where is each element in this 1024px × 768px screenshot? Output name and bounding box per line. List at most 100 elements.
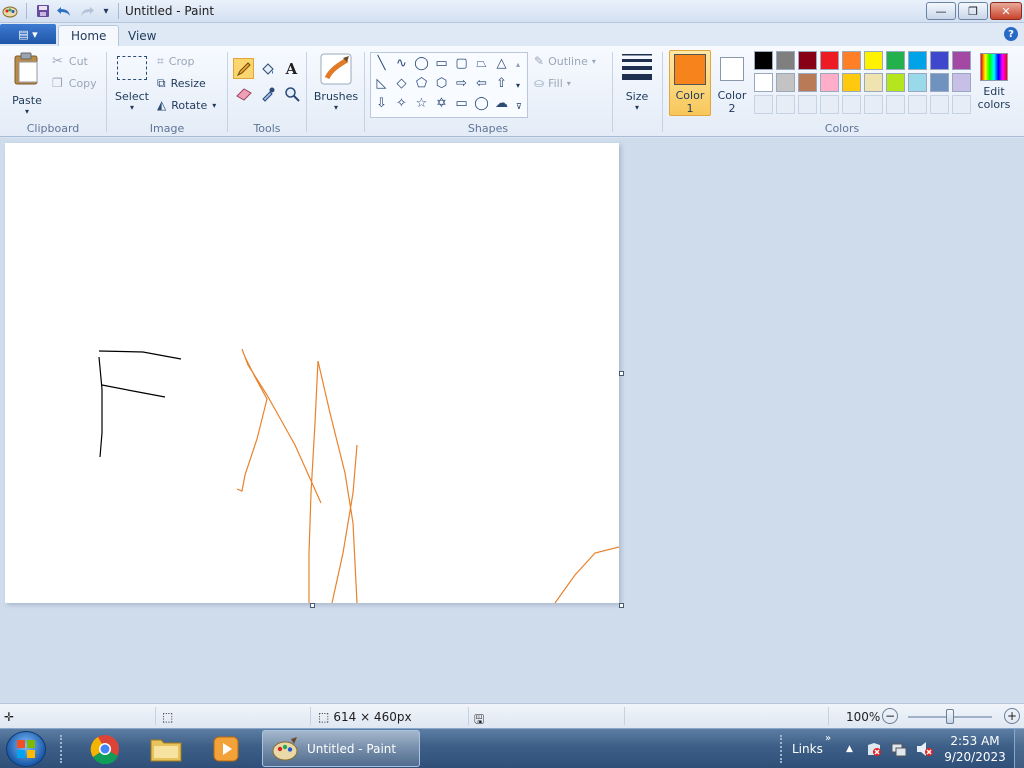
tab-home[interactable]: Home (58, 25, 120, 46)
cut-button[interactable]: ✂ Cut (52, 53, 88, 69)
triangle-shape-icon[interactable]: △ (492, 54, 511, 73)
zoom-slider-thumb[interactable] (946, 709, 954, 724)
palette-color-swatch[interactable] (776, 73, 795, 92)
down-arrow-shape-icon[interactable]: ⇩ (372, 94, 391, 113)
four-point-star-shape-icon[interactable]: ✧ (392, 94, 411, 113)
left-arrow-shape-icon[interactable]: ⇦ (472, 74, 491, 93)
resize-button[interactable]: ⧉ Resize (157, 75, 206, 91)
paint-menu-button[interactable]: ▤ ▾ (0, 24, 56, 44)
palette-custom-slot[interactable] (798, 95, 817, 114)
five-point-star-shape-icon[interactable]: ☆ (412, 94, 431, 113)
palette-color-swatch[interactable] (952, 73, 971, 92)
up-arrow-shape-icon[interactable]: ⇧ (492, 74, 511, 93)
shapes-scroll-down[interactable]: ▾ (516, 75, 526, 95)
palette-color-swatch[interactable] (930, 73, 949, 92)
palette-color-swatch[interactable] (776, 51, 795, 70)
redo-icon[interactable] (79, 3, 95, 19)
action-center-icon[interactable] (866, 729, 882, 768)
hexagon-shape-icon[interactable]: ⬡ (432, 74, 451, 93)
customize-quick-access-icon[interactable]: ▾ (98, 3, 114, 19)
rectangle-shape-icon[interactable]: ▭ (432, 54, 451, 73)
palette-custom-slot[interactable] (754, 95, 773, 114)
minimize-button[interactable]: — (926, 2, 956, 20)
curve-shape-icon[interactable]: ∿ (392, 54, 411, 73)
taskbar-media-player[interactable] (201, 732, 251, 766)
rounded-rectangle-shape-icon[interactable]: ▢ (452, 54, 471, 73)
pencil-tool[interactable] (233, 58, 254, 79)
palette-color-swatch[interactable] (908, 51, 927, 70)
taskbar-explorer[interactable] (141, 732, 191, 766)
color1-button[interactable]: Color 1 (669, 50, 711, 116)
palette-color-swatch[interactable] (754, 73, 773, 92)
zoom-out-button[interactable]: − (882, 708, 898, 724)
eraser-tool[interactable] (233, 83, 254, 104)
palette-custom-slot[interactable] (886, 95, 905, 114)
paste-button[interactable]: Paste ▾ (6, 50, 48, 116)
rounded-callout-shape-icon[interactable]: ▭ (452, 94, 471, 113)
palette-custom-slot[interactable] (864, 95, 883, 114)
six-point-star-shape-icon[interactable]: ✡ (432, 94, 451, 113)
palette-custom-slot[interactable] (842, 95, 861, 114)
magnifier-tool[interactable] (281, 83, 302, 104)
diamond-shape-icon[interactable]: ◇ (392, 74, 411, 93)
taskbar-chrome[interactable] (80, 732, 130, 766)
palette-custom-slot[interactable] (930, 95, 949, 114)
palette-color-swatch[interactable] (798, 51, 817, 70)
zoom-in-button[interactable]: + (1004, 708, 1020, 724)
oval-callout-shape-icon[interactable]: ◯ (472, 94, 491, 113)
palette-custom-slot[interactable] (908, 95, 927, 114)
polygon-shape-icon[interactable]: ⏢ (472, 54, 491, 73)
palette-custom-slot[interactable] (776, 95, 795, 114)
links-toolbar[interactable]: Links » (792, 729, 831, 768)
text-tool[interactable]: A (281, 58, 302, 79)
palette-color-swatch[interactable] (930, 51, 949, 70)
fill-tool[interactable] (257, 58, 278, 79)
color2-button[interactable]: Color 2 (713, 50, 751, 116)
palette-color-swatch[interactable] (864, 51, 883, 70)
palette-color-swatch[interactable] (952, 51, 971, 70)
palette-color-swatch[interactable] (820, 51, 839, 70)
show-hidden-icons-button[interactable]: ▲ (846, 729, 853, 768)
rotate-button[interactable]: ◭ Rotate ▾ (157, 97, 216, 113)
start-button[interactable] (6, 731, 46, 767)
palette-color-swatch[interactable] (842, 73, 861, 92)
pentagon-shape-icon[interactable]: ⬠ (412, 74, 431, 93)
palette-color-swatch[interactable] (908, 73, 927, 92)
show-desktop-button[interactable] (1014, 729, 1024, 768)
oval-shape-icon[interactable]: ◯ (412, 54, 431, 73)
color-picker-tool[interactable] (257, 83, 278, 104)
palette-color-swatch[interactable] (820, 73, 839, 92)
volume-muted-icon[interactable] (916, 729, 934, 768)
close-button[interactable]: ✕ (990, 2, 1022, 20)
network-icon[interactable] (891, 729, 907, 768)
resize-handle-corner[interactable] (619, 603, 624, 608)
palette-color-swatch[interactable] (842, 51, 861, 70)
tab-view[interactable]: View (116, 25, 168, 46)
canvas-workspace[interactable] (0, 138, 1024, 703)
drawing-canvas[interactable] (5, 143, 619, 603)
taskbar-paint[interactable]: Untitled - Paint (262, 730, 420, 767)
system-clock[interactable]: 2:53 AM 9/20/2023 (940, 729, 1010, 768)
save-icon[interactable] (35, 3, 51, 19)
maximize-button[interactable]: ❐ (958, 2, 988, 20)
palette-color-swatch[interactable] (886, 51, 905, 70)
palette-custom-slot[interactable] (820, 95, 839, 114)
resize-handle-bottom[interactable] (310, 603, 315, 608)
help-icon[interactable]: ? (1004, 27, 1018, 41)
palette-color-swatch[interactable] (864, 73, 883, 92)
size-button[interactable]: Size ▾ (617, 52, 657, 118)
right-triangle-shape-icon[interactable]: ◺ (372, 74, 391, 93)
palette-custom-slot[interactable] (952, 95, 971, 114)
edit-colors-button[interactable]: Edit colors (976, 50, 1012, 116)
select-button[interactable]: Select ▾ (112, 52, 152, 116)
line-shape-icon[interactable]: ╲ (372, 54, 391, 73)
shapes-expand[interactable]: ⊽ (516, 96, 526, 116)
fill-button[interactable]: ⛀ Fill ▾ (534, 75, 571, 91)
palette-color-swatch[interactable] (798, 73, 817, 92)
undo-icon[interactable] (56, 3, 72, 19)
resize-handle-right[interactable] (619, 371, 624, 376)
brushes-button[interactable]: Brushes ▾ (312, 52, 360, 118)
shapes-scroll-up[interactable]: ▴ (516, 54, 526, 74)
palette-color-swatch[interactable] (754, 51, 773, 70)
outline-button[interactable]: ✎ Outline ▾ (534, 53, 596, 69)
